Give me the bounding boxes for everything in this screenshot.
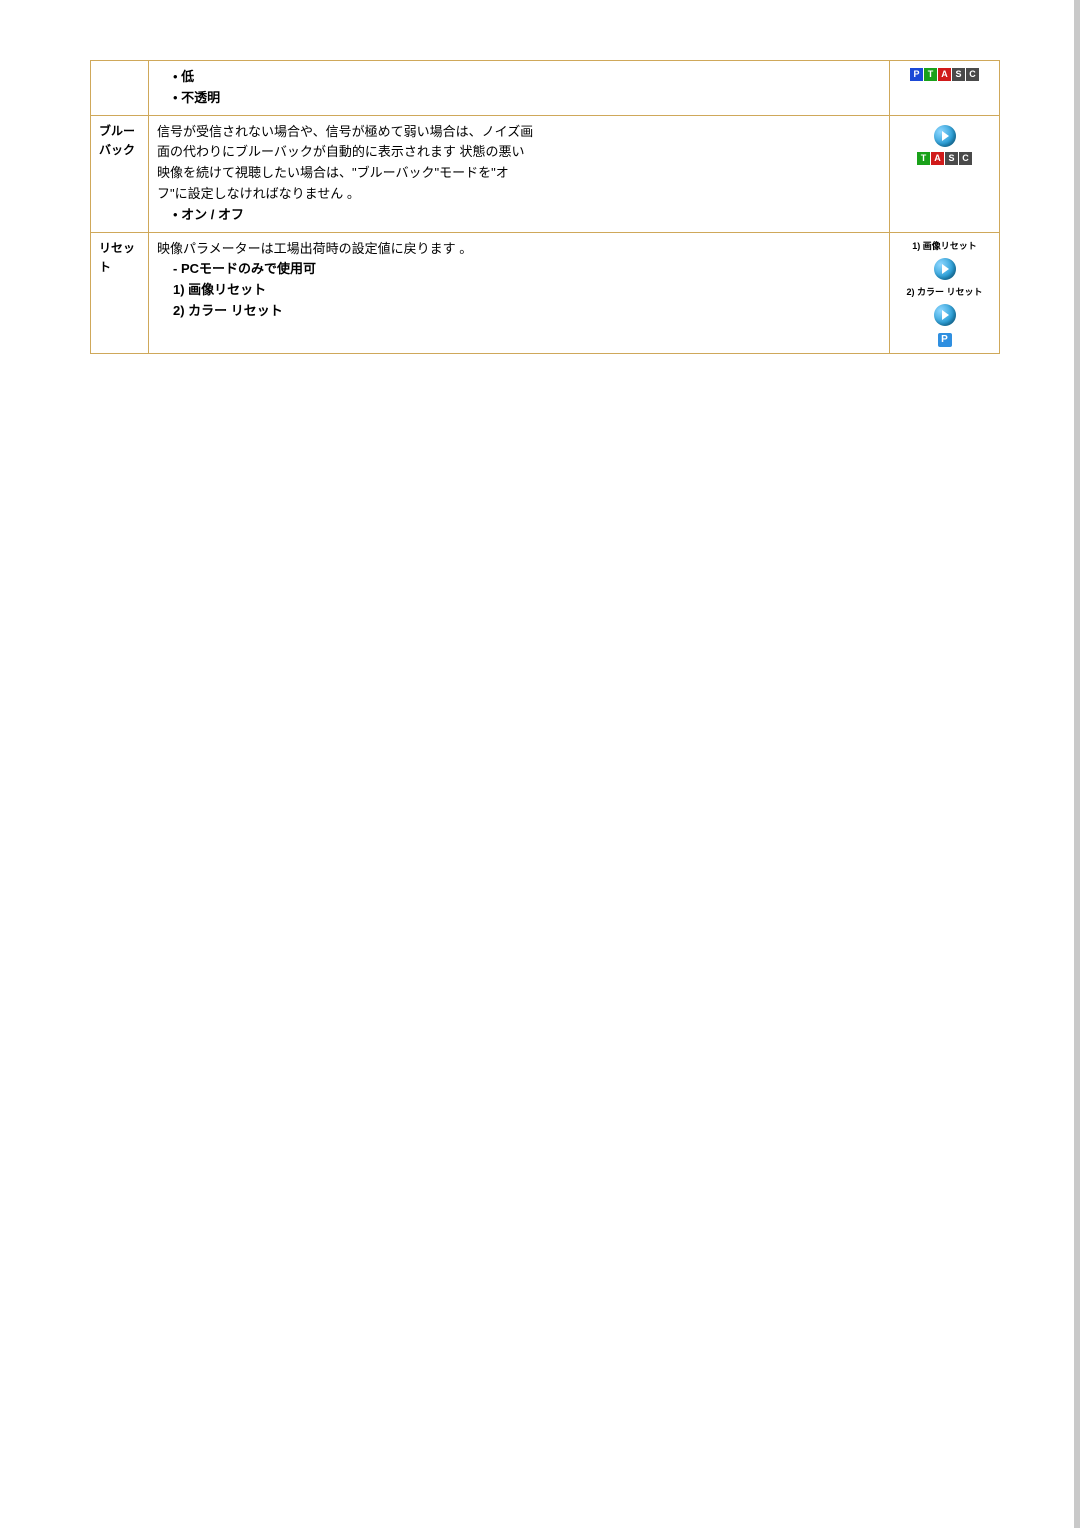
page-container: • 低 • 不透明 P T A S C ブルー バック 信号が bbox=[0, 0, 1080, 414]
table-row: • 低 • 不透明 P T A S C bbox=[91, 61, 1000, 116]
row1-label-cell: ブルー バック bbox=[91, 115, 149, 232]
letter-s-icon: S bbox=[952, 68, 965, 81]
table-row: リセット 映像パラメーターは工場出荷時の設定値に戻ります 。 - PCモードのみ… bbox=[91, 232, 1000, 354]
row2-desc: 映像パラメーターは工場出荷時の設定値に戻ります 。 bbox=[157, 239, 881, 260]
caption-color-reset: 2) カラー リセット bbox=[906, 285, 982, 299]
letter-p-icon: P bbox=[910, 68, 923, 81]
row2-sub2: 1) 画像リセット bbox=[157, 280, 881, 301]
play-icon bbox=[934, 125, 956, 147]
bullet-on-off: オン / オフ bbox=[181, 207, 244, 222]
manual-table: • 低 • 不透明 P T A S C ブルー バック 信号が bbox=[90, 60, 1000, 354]
bullet-opaque: 不透明 bbox=[181, 90, 220, 105]
row1-icon-cell: T A S C bbox=[890, 115, 1000, 232]
bullet-item: • 不透明 bbox=[173, 88, 881, 109]
row0-label-cell bbox=[91, 61, 149, 116]
row1-desc-line: 面の代わりにブルーバックが自動的に表示されます 状態の悪い bbox=[157, 142, 881, 163]
row2-sub3: 2) カラー リセット bbox=[157, 301, 881, 322]
row0-bullets: • 低 • 不透明 bbox=[157, 67, 881, 109]
letter-t-icon: T bbox=[917, 152, 930, 165]
row2-icon-stack: 1) 画像リセット 2) カラー リセット P bbox=[898, 239, 991, 348]
vertical-scrollbar[interactable] bbox=[1074, 0, 1080, 1528]
play-icon bbox=[934, 258, 956, 280]
row2-label: リセット bbox=[99, 241, 135, 274]
row1-desc-line: 映像を続けて視聴したい場合は、"ブルーバック"モードを"オ bbox=[157, 163, 881, 184]
row1-label-1: ブルー bbox=[99, 124, 135, 138]
row1-bullet: • オン / オフ bbox=[157, 205, 881, 226]
letter-a-icon: A bbox=[938, 68, 951, 81]
play-icon bbox=[934, 304, 956, 326]
p-badge-icon: P bbox=[938, 333, 952, 347]
letter-t-icon: T bbox=[924, 68, 937, 81]
row2-icon-cell: 1) 画像リセット 2) カラー リセット P bbox=[890, 232, 1000, 354]
letter-c-icon: C bbox=[959, 152, 972, 165]
row1-desc-cell: 信号が受信されない場合や、信号が極めて弱い場合は、ノイズ画 面の代わりにブルーバ… bbox=[149, 115, 890, 232]
row2-label-cell: リセット bbox=[91, 232, 149, 354]
letter-a-icon: A bbox=[931, 152, 944, 165]
tasc-icon: T A S C bbox=[917, 152, 972, 165]
bullet-low: 低 bbox=[181, 69, 194, 84]
row1-icon-stack: T A S C bbox=[898, 122, 991, 165]
letter-s-icon: S bbox=[945, 152, 958, 165]
bullet-item: • 低 bbox=[173, 67, 881, 88]
row1-label-2: バック bbox=[99, 143, 135, 157]
row2-sub1: - PCモードのみで使用可 bbox=[157, 259, 881, 280]
table-row: ブルー バック 信号が受信されない場合や、信号が極めて弱い場合は、ノイズ画 面の… bbox=[91, 115, 1000, 232]
row2-desc-cell: 映像パラメーターは工場出荷時の設定値に戻ります 。 - PCモードのみで使用可 … bbox=[149, 232, 890, 354]
row1-desc-line: フ"に設定しなければなりません 。 bbox=[157, 184, 881, 205]
letter-c-icon: C bbox=[966, 68, 979, 81]
row1-desc-line: 信号が受信されない場合や、信号が極めて弱い場合は、ノイズ画 bbox=[157, 122, 881, 143]
caption-image-reset: 1) 画像リセット bbox=[912, 239, 977, 253]
row0-desc-cell: • 低 • 不透明 bbox=[149, 61, 890, 116]
ptasc-icon: P T A S C bbox=[910, 68, 979, 81]
row0-icon-cell: P T A S C bbox=[890, 61, 1000, 116]
